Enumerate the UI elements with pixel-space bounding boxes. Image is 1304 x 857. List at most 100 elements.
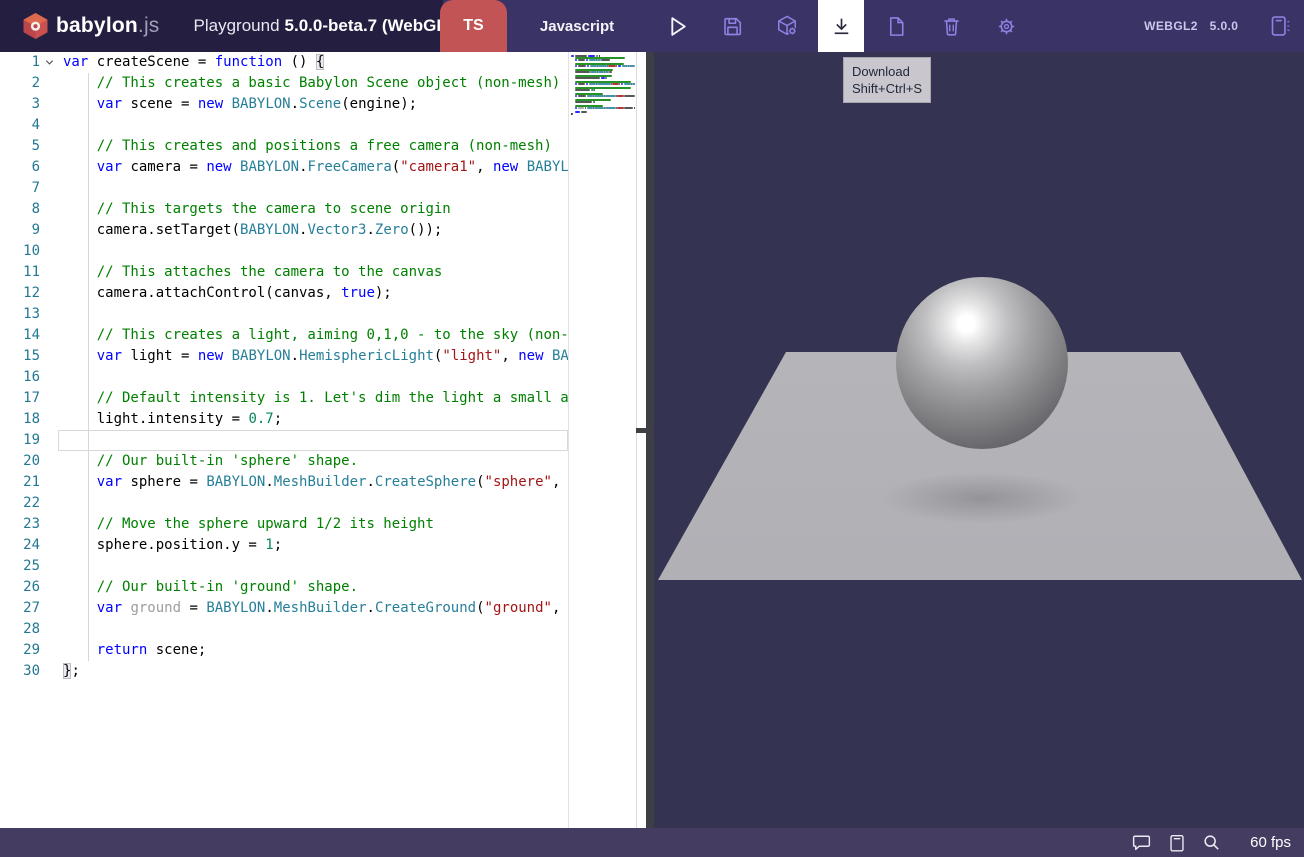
- minimap-line: [578, 95, 585, 97]
- code-line: // This creates and positions a free cam…: [0, 136, 568, 157]
- minimap-line: [619, 83, 620, 85]
- minimap-line: [575, 59, 578, 61]
- docs-button[interactable]: [1162, 830, 1192, 855]
- book-icon: [1166, 832, 1188, 854]
- minimap-line: [617, 107, 624, 109]
- minimap-line: [594, 107, 604, 109]
- minimap-line: [617, 95, 624, 97]
- feedback-button[interactable]: [1126, 830, 1156, 855]
- minimap-line: [594, 89, 595, 91]
- minimap-line: [575, 111, 581, 113]
- minimap-line: [587, 65, 590, 67]
- code-line: [0, 493, 568, 514]
- code-line: // This targets the camera to scene orig…: [0, 199, 568, 220]
- minimap-line: [575, 107, 578, 109]
- download-tooltip: Download Shift+Ctrl+S: [843, 57, 931, 103]
- typescript-toggle-button[interactable]: TS: [440, 0, 507, 52]
- code-line: // This creates a light, aiming 0,1,0 - …: [0, 325, 568, 346]
- minimap-line: [601, 59, 609, 61]
- minimap-line: [605, 95, 616, 97]
- examples-icon: [1266, 13, 1292, 39]
- code-line: var light = new BABYLON.HemisphericLight…: [0, 346, 568, 367]
- clear-button[interactable]: [928, 0, 974, 52]
- trash-icon: [939, 14, 964, 39]
- gear-icon: [994, 14, 1019, 39]
- code-line: var sphere = BABYLON.MeshBuilder.CreateS…: [0, 472, 568, 493]
- minimap-line: [575, 77, 601, 79]
- header-brand-section: babylon.js Playground5.0.0-beta.7 (WebGL…: [0, 0, 443, 52]
- minimap-line: [594, 101, 595, 103]
- tooltip-title: Download: [852, 63, 922, 80]
- minimap-line: [575, 71, 591, 73]
- code-line: // Move the sphere upward 1/2 its height: [0, 514, 568, 535]
- split-divider-handle[interactable]: [636, 428, 652, 433]
- new-file-icon: [884, 14, 909, 39]
- minimap-line: [575, 101, 592, 103]
- minimap-line: [624, 107, 632, 109]
- minimap-line: [624, 83, 630, 85]
- render-canvas[interactable]: [654, 52, 1304, 828]
- minimap-line: [629, 65, 635, 67]
- code-editor[interactable]: 1234567891011121314151617181920212223242…: [0, 52, 646, 828]
- minimap-line: [586, 59, 589, 61]
- run-button[interactable]: [654, 0, 700, 52]
- minimap-line: [575, 95, 578, 97]
- code-line: var ground = BABYLON.MeshBuilder.CreateG…: [0, 598, 568, 619]
- minimap-line: [632, 83, 635, 85]
- engine-version: 5.0.0: [1200, 0, 1248, 52]
- minimap-line: [581, 111, 587, 113]
- minimap-line: [590, 71, 596, 73]
- minimap[interactable]: [569, 52, 635, 828]
- minimap-line: [598, 65, 607, 67]
- minimap-line: [575, 65, 578, 67]
- minimap-line: [589, 83, 595, 85]
- inspector-button[interactable]: [764, 0, 810, 52]
- minimap-line: [590, 65, 596, 67]
- code-line: [0, 178, 568, 199]
- new-button[interactable]: [873, 0, 919, 52]
- fps-counter: 60 fps: [1250, 828, 1291, 857]
- settings-button[interactable]: [983, 0, 1029, 52]
- code-line: return scene;: [0, 640, 568, 661]
- minimap-line: [594, 95, 604, 97]
- code-line: camera.attachControl(canvas, true);: [0, 283, 568, 304]
- play-icon: [664, 13, 691, 40]
- minimap-line: [575, 89, 591, 91]
- minimap-line: [572, 113, 573, 115]
- code-line: [0, 619, 568, 640]
- page-title: Playground5.0.0-beta.7 (WebGL2): [194, 16, 462, 36]
- status-bar: 60 fps: [0, 828, 1304, 857]
- inspector-cube-icon: [774, 13, 800, 39]
- minimap-line: [605, 77, 607, 79]
- brand-text: babylon.js: [56, 14, 160, 38]
- save-button[interactable]: [709, 0, 755, 52]
- split-divider[interactable]: [646, 52, 654, 828]
- minimap-line: [578, 83, 584, 85]
- code-line: camera.setTarget(BABYLON.Vector3.Zero())…: [0, 220, 568, 241]
- code-line: // Our built-in 'sphere' shape.: [0, 451, 568, 472]
- code-line: var createScene = function () {: [0, 52, 568, 73]
- tooltip-shortcut: Shift+Ctrl+S: [852, 80, 922, 97]
- code-line: // This attaches the camera to the canva…: [0, 262, 568, 283]
- minimap-line: [608, 65, 616, 67]
- inspect-button[interactable]: [1196, 830, 1226, 855]
- search-icon: [1200, 831, 1223, 854]
- minimap-line: [605, 107, 616, 109]
- download-button[interactable]: [818, 0, 864, 52]
- code-line: light.intensity = 0.7;: [0, 409, 568, 430]
- code-line: [0, 115, 568, 136]
- minimap-line: [578, 59, 584, 61]
- minimap-line: [575, 83, 578, 85]
- minimap-line: [585, 107, 586, 109]
- code-line: [0, 304, 568, 325]
- code-line: [0, 430, 568, 451]
- examples-button[interactable]: [1259, 0, 1299, 52]
- minimap-line: [609, 71, 613, 73]
- code-line: // Our built-in 'ground' shape.: [0, 577, 568, 598]
- language-selector[interactable]: Javascript: [508, 0, 646, 52]
- code-line: var scene = new BABYLON.Scene(engine);: [0, 94, 568, 115]
- sphere-shadow: [880, 472, 1084, 524]
- minimap-line: [624, 95, 635, 97]
- babylon-logo-icon: [22, 12, 49, 40]
- download-icon: [829, 14, 854, 39]
